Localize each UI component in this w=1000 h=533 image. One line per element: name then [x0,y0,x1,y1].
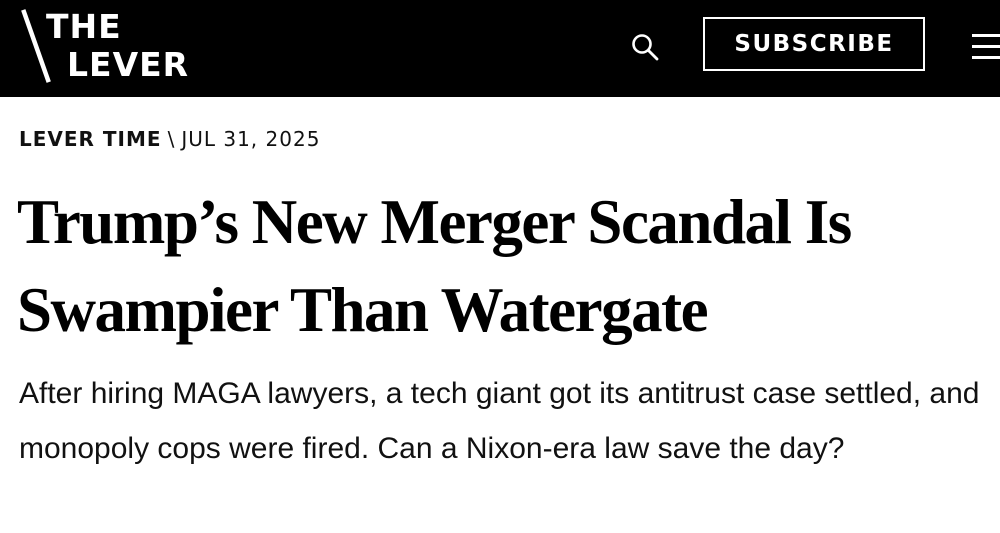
site-header: THE LEVER SUBSCRIBE [0,0,1000,97]
menu-bar-bottom [972,56,1000,59]
article-kicker: LEVER TIME \ JUL 31, 2025 [19,127,320,151]
section-link[interactable]: LEVER TIME [19,127,162,151]
article-page: THE LEVER SUBSCRIBE LEVER TIME \ JUL 31, 2… [0,0,1000,533]
search-icon [632,34,659,61]
publish-date: JUL 31, 2025 [181,127,321,151]
logo-text-lever: LEVER [67,45,190,84]
kicker-separator: \ [167,127,176,151]
hamburger-menu-icon[interactable] [970,30,1000,64]
article-headline: Trump’s New Merger Scandal Is Swampier T… [17,187,852,345]
search-button[interactable] [628,30,662,64]
site-logo[interactable]: THE LEVER [18,8,208,86]
menu-bar-middle [972,45,1000,48]
article-dek: After hiring MAGA lawyers, a tech giant … [19,377,980,465]
menu-bar-top [972,34,1000,37]
logo-text-the: THE [46,7,122,46]
subscribe-button[interactable]: SUBSCRIBE [703,17,925,71]
